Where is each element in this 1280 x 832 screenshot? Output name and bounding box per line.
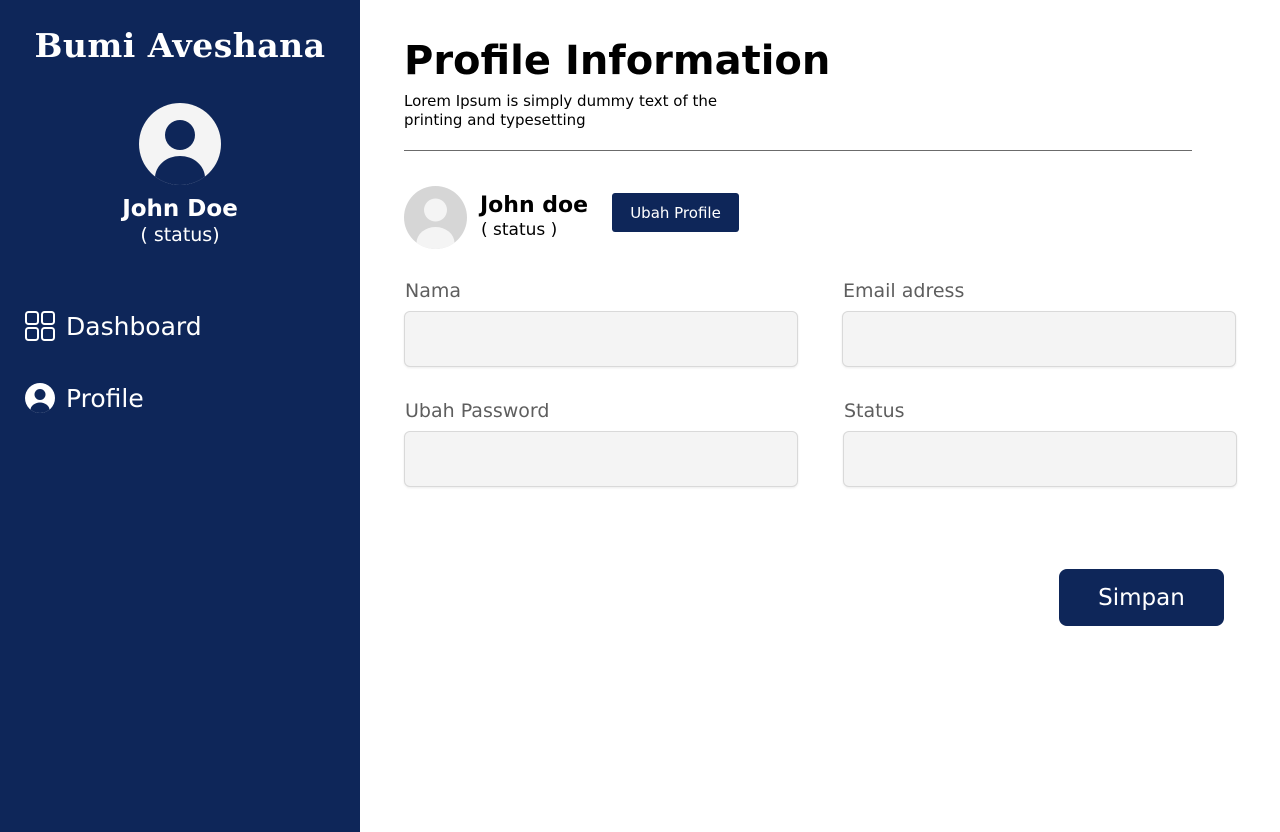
sidebar: Bumi Aveshana John Doe ( status) Dashboa…: [0, 0, 360, 832]
email-field-label: Email adress: [843, 280, 965, 302]
name-field-label: Nama: [405, 280, 462, 302]
save-button[interactable]: Simpan: [1059, 569, 1224, 626]
profile-name: John doe: [480, 193, 589, 218]
sidebar-item-profile[interactable]: Profile: [24, 378, 144, 418]
user-avatar-icon: [404, 186, 467, 249]
sidebar-item-label: Dashboard: [66, 311, 202, 341]
sidebar-user-status: ( status): [140, 224, 220, 246]
status-field-label: Status: [844, 400, 905, 422]
page-title: Profile Information: [404, 38, 831, 84]
password-field-label: Ubah Password: [405, 400, 550, 422]
divider: [404, 150, 1192, 151]
change-profile-button[interactable]: Ubah Profile: [612, 193, 739, 232]
profile-status: ( status ): [481, 220, 558, 240]
name-input[interactable]: [404, 311, 798, 367]
user-avatar-icon: [139, 103, 221, 185]
status-input[interactable]: [843, 431, 1237, 487]
grid-icon: [25, 311, 55, 341]
main-content: Profile Information Lorem Ipsum is simpl…: [360, 0, 1280, 832]
sidebar-item-label: Profile: [66, 383, 144, 413]
page-subtitle: Lorem Ipsum is simply dummy text of the …: [404, 92, 718, 129]
user-circle-icon: [25, 383, 55, 413]
brand-logo-text: Bumi Aveshana: [34, 26, 326, 65]
sidebar-user-name: John Doe: [122, 196, 238, 222]
sidebar-item-dashboard[interactable]: Dashboard: [24, 306, 202, 346]
password-input[interactable]: [404, 431, 798, 487]
email-input[interactable]: [842, 311, 1236, 367]
